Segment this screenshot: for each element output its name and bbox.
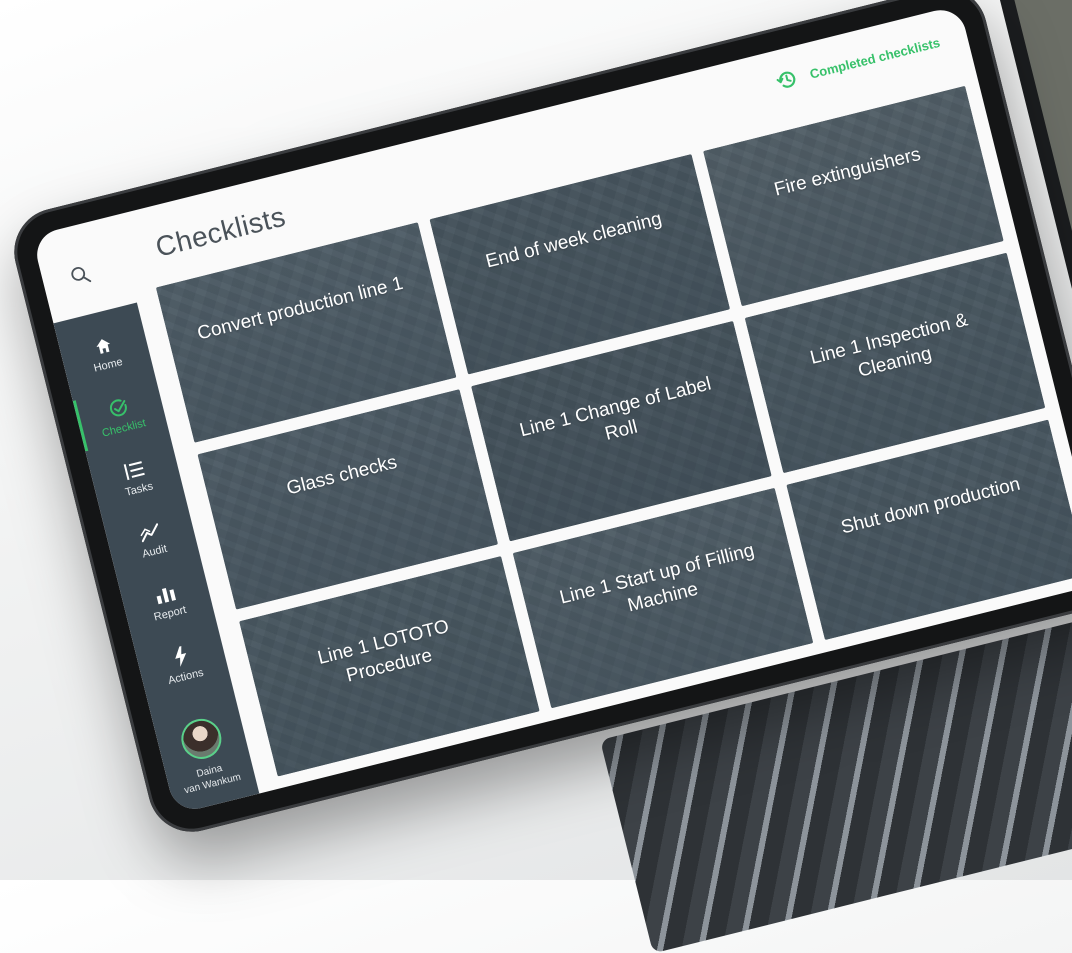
checklist-card-title: End of week cleaning	[483, 208, 665, 273]
list-icon	[123, 460, 145, 480]
trend-icon	[140, 522, 158, 542]
sidebar-item-label: Tasks	[123, 479, 155, 499]
checklist-card-title: Convert production line 1	[195, 272, 406, 345]
checklist-card-title: Fire extinguishers	[772, 143, 923, 201]
checklist-card-title: Glass checks	[284, 451, 400, 500]
page-title: Checklists	[152, 200, 289, 263]
bar-chart-icon	[156, 587, 176, 604]
lightning-icon	[175, 645, 187, 667]
checklist-card-title: Line 1 Inspection & Cleaning	[808, 309, 971, 382]
check-circle-icon	[109, 398, 127, 416]
sidebar-item-label: Report	[152, 603, 188, 624]
checklist-card-title: Line 1 Change of Label Roll	[517, 373, 714, 445]
sidebar-item-label: Checklist	[100, 416, 147, 440]
checklist-card-title: Line 1 Start up of Filling Machine	[557, 539, 757, 617]
history-icon	[776, 71, 796, 88]
sidebar-item-label: Home	[92, 355, 124, 375]
home-icon	[96, 338, 110, 354]
search-button[interactable]	[56, 251, 104, 299]
sidebar-item-label: Audit	[140, 542, 169, 561]
avatar[interactable]	[177, 714, 226, 764]
user-name: Daina van Wankum	[180, 759, 242, 797]
user-profile: Daina van Wankum	[155, 709, 256, 801]
search-icon	[71, 266, 92, 283]
completed-checklists-label: Completed checklists	[808, 34, 942, 82]
sidebar-item-label: Actions	[166, 666, 205, 687]
checklist-card-title: Shut down production	[838, 473, 1023, 539]
completed-checklists-link[interactable]: Completed checklists	[774, 31, 942, 93]
checklist-card-title: Line 1 LOTOTO Procedure	[315, 616, 452, 687]
